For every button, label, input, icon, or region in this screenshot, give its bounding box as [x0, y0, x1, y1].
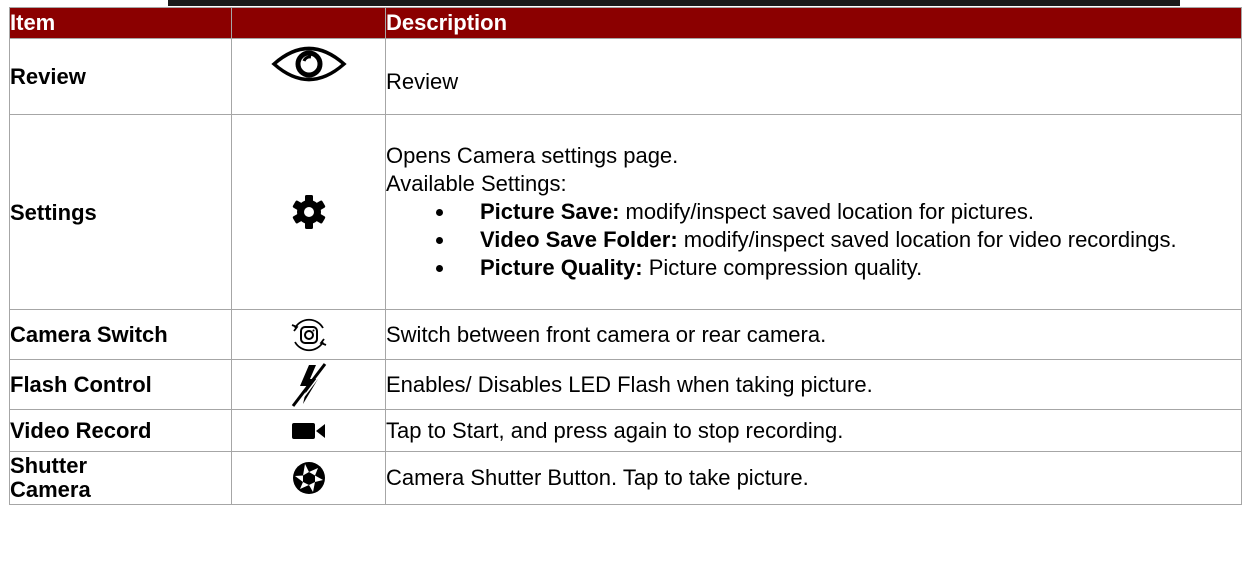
bullet-term: Video Save Folder: [480, 227, 678, 252]
table-row: Flash Control Enables/ Disables LED Flas… [9, 359, 1242, 410]
item-name-line: Camera [10, 477, 91, 502]
item-description: Tap to Start, and press again to stop re… [385, 409, 1242, 452]
header-item: Item [9, 7, 232, 39]
flash-off-icon [291, 362, 328, 407]
shutter-icon [292, 462, 325, 494]
item-name: Settings [9, 114, 232, 310]
item-icon-cell [231, 359, 386, 410]
item-description: Review [385, 38, 1242, 115]
gear-icon [292, 195, 325, 229]
camera-controls-table: Item Description Review Review Settings [9, 7, 1242, 505]
description-line: Opens Camera settings page. [386, 143, 679, 168]
table-row: Review Review [9, 38, 1242, 115]
item-description: Camera Shutter Button. Tap to take pictu… [385, 451, 1242, 505]
item-description: Opens Camera settings page. Available Se… [385, 114, 1242, 310]
item-icon-cell [231, 409, 386, 452]
top-image-edge [168, 0, 1180, 6]
list-item: Picture Save: modify/inspect saved locat… [456, 198, 1241, 226]
camera-switch-icon [291, 318, 326, 351]
bullet-text: modify/inspect saved location for pictur… [619, 199, 1034, 224]
video-camera-icon [291, 422, 325, 439]
item-name: Video Record [9, 409, 232, 452]
item-name-line: Shutter [10, 453, 87, 478]
item-icon-cell [231, 38, 386, 115]
table-row: Video Record Tap to Start, and press aga… [9, 409, 1242, 452]
item-icon-cell [231, 114, 386, 310]
item-name: Review [9, 38, 232, 115]
list-item: Picture Quality: Picture compression qua… [456, 254, 1241, 282]
item-name: Camera Switch [9, 309, 232, 360]
bullet-term: Picture Save: [480, 199, 620, 224]
item-description: Switch between front camera or rear came… [385, 309, 1242, 360]
description-line: Available Settings: [386, 171, 567, 196]
table-row: Settings Opens Camera settings page. Ava… [9, 114, 1242, 310]
header-description: Description [385, 7, 1242, 39]
list-item: Video Save Folder: modify/inspect saved … [456, 226, 1241, 254]
item-name: Shutter Camera [9, 451, 232, 505]
bullet-text: modify/inspect saved location for video … [677, 227, 1177, 252]
item-name: Flash Control [9, 359, 232, 410]
item-icon-cell [231, 309, 386, 360]
table-row: Camera Switch Switch between front camer… [9, 309, 1242, 360]
settings-list: Picture Save: modify/inspect saved locat… [386, 198, 1241, 282]
eye-icon [270, 46, 347, 82]
item-description: Enables/ Disables LED Flash when taking … [385, 359, 1242, 410]
header-icon-column [231, 7, 386, 39]
table-row: Shutter Camera Camera Shutter Button. Ta… [9, 451, 1242, 505]
item-icon-cell [231, 451, 386, 505]
bullet-text: Picture compression quality. [642, 255, 923, 280]
table-header-row: Item Description [9, 7, 1242, 39]
bullet-term: Picture Quality: [480, 255, 643, 280]
